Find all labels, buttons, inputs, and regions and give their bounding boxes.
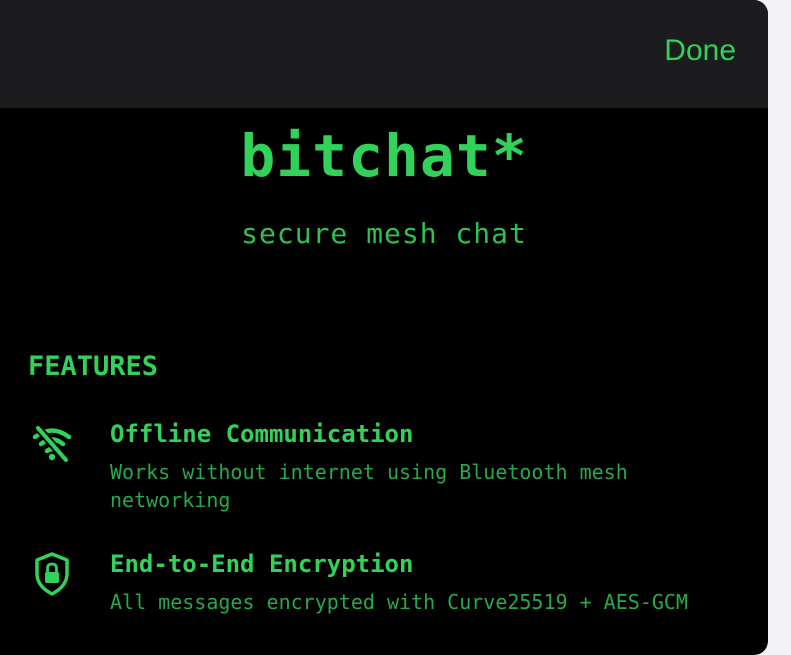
lock-shield-icon xyxy=(28,550,76,598)
navigation-bar: Done xyxy=(0,0,768,108)
wifi-slash-icon xyxy=(28,420,76,468)
feature-title: End-to-End Encryption xyxy=(110,550,414,578)
feature-title: Offline Communication xyxy=(110,420,414,448)
about-sheet: Done bitchat* secure mesh chat FEATURES … xyxy=(0,0,768,655)
feature-description: All messages encrypted with Curve25519 +… xyxy=(110,590,688,614)
app-subtitle: secure mesh chat xyxy=(241,217,527,250)
features-heading: FEATURES xyxy=(28,351,159,382)
app-title: bitchat* xyxy=(240,122,528,190)
done-button[interactable]: Done xyxy=(664,34,736,68)
feature-description: Works without internet using Bluetooth m… xyxy=(110,460,628,512)
